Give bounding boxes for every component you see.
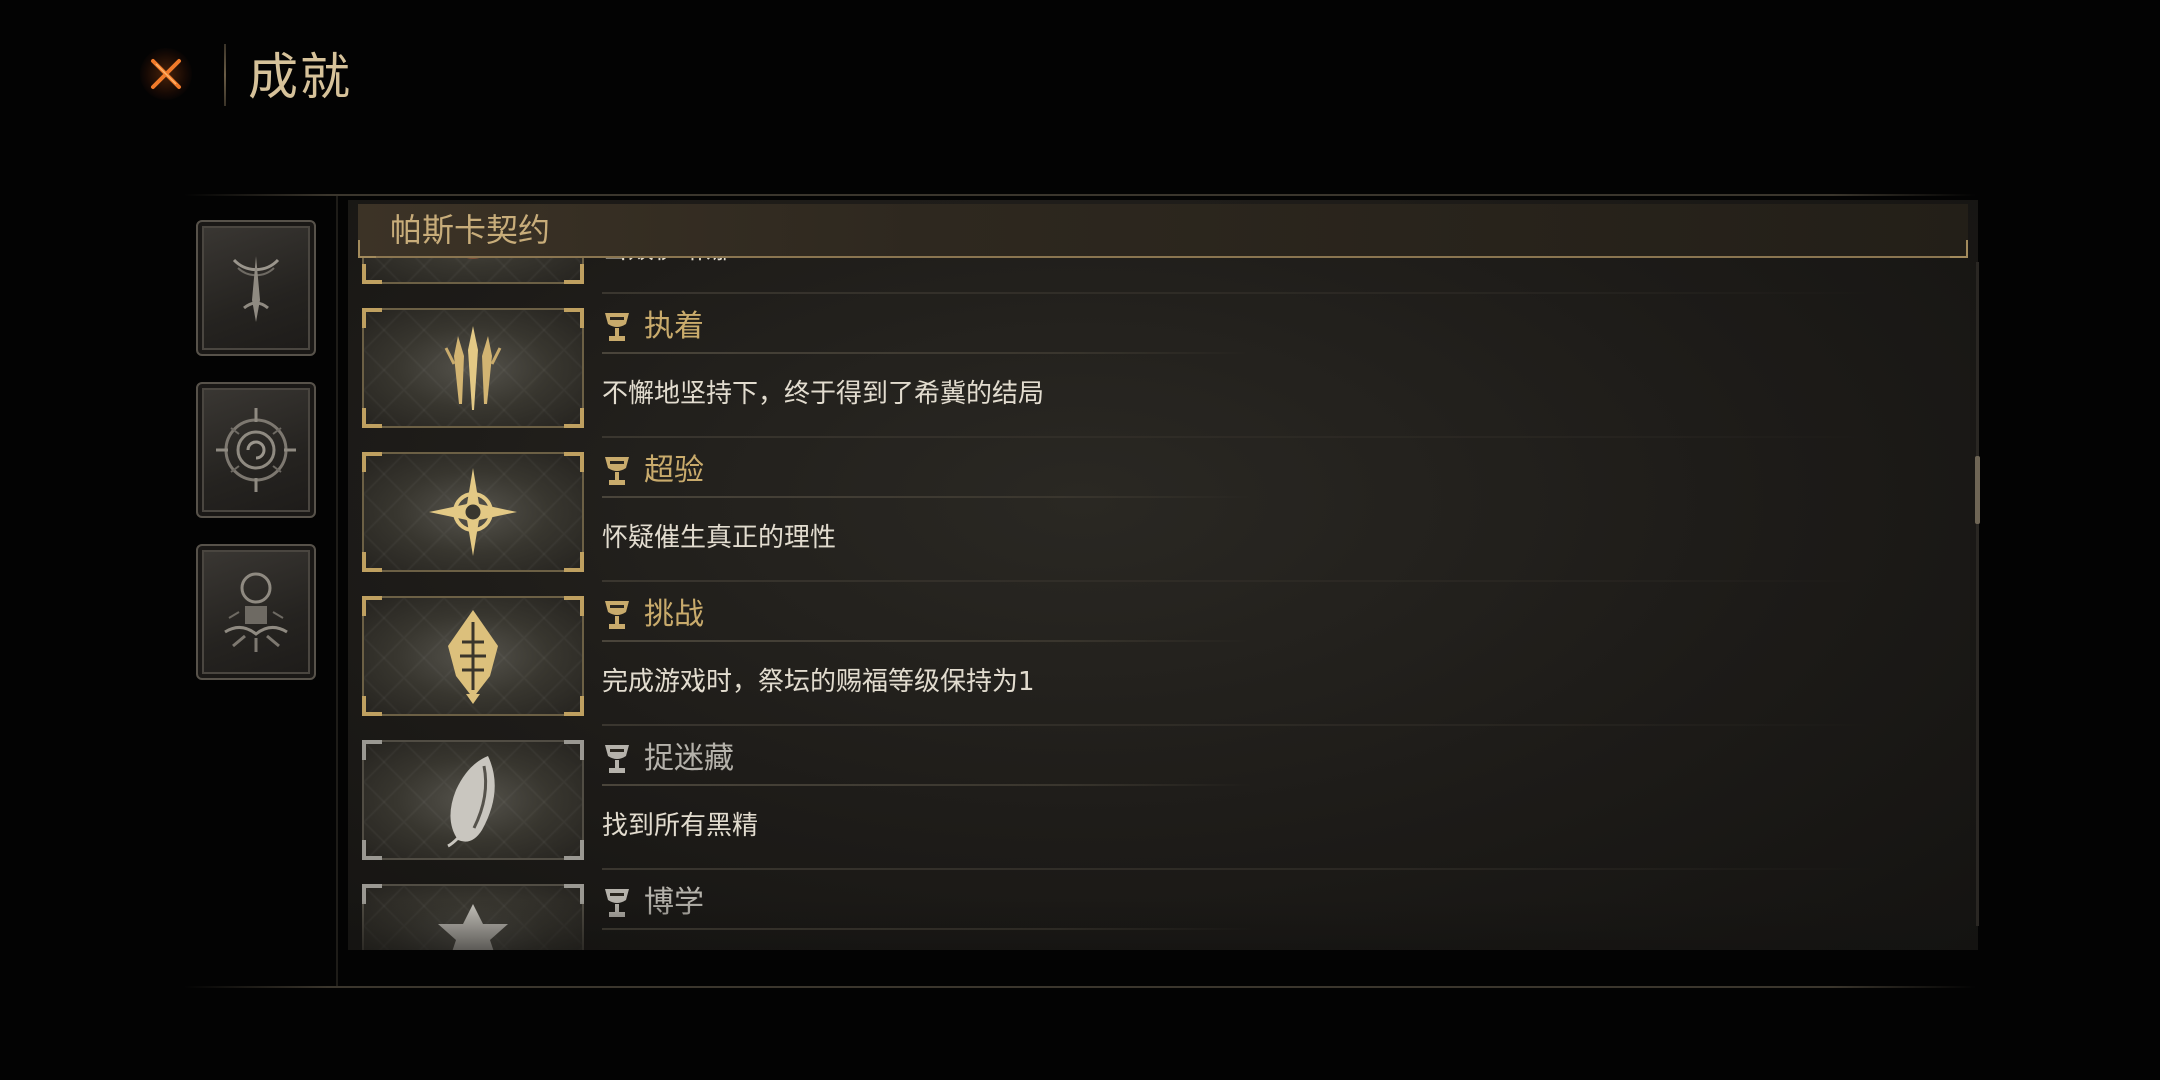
trophy-cup-icon xyxy=(605,745,629,773)
category-rail xyxy=(336,196,338,986)
achievement-description: 找到所有黑精 xyxy=(602,811,759,841)
achievement-badge xyxy=(362,596,584,716)
achievement-badge xyxy=(362,884,584,950)
achievement-row[interactable]: 博学 xyxy=(348,870,1958,950)
achievement-list[interactable]: 击败伊琳娜 执着 xyxy=(348,256,1958,950)
achievements-screen: 成就 帕斯卡契约 执着 不懈地坚持下，终于得到了希冀的结局 超验 怀疑催生真正的… xyxy=(0,0,2160,1080)
achievement-title: 执着 xyxy=(644,309,704,344)
trophy-cup-icon xyxy=(605,457,629,485)
frame-bottom-line xyxy=(184,986,1976,988)
achievement-row[interactable]: 捉迷藏 找到所有黑精 xyxy=(348,726,1958,870)
category-tab-3[interactable] xyxy=(196,544,316,680)
achievement-description: 击败伊琳娜 xyxy=(602,256,732,270)
flame-relic-icon xyxy=(448,610,498,704)
close-x-icon xyxy=(151,59,181,89)
frame-top-line xyxy=(184,194,1976,196)
spiral-compass-icon xyxy=(216,408,296,492)
achievement-title: 捉迷藏 xyxy=(644,741,734,776)
achievement-description: 完成游戏时，祭坛的赐福等级保持为1 xyxy=(602,667,1035,697)
achievement-title-row: 挑战 xyxy=(602,594,704,636)
achievement-badge xyxy=(362,308,584,428)
achievement-row[interactable]: 挑战 完成游戏时，祭坛的赐福等级保持为1 xyxy=(348,582,1958,726)
achievement-title: 超验 xyxy=(644,453,704,488)
achievement-row[interactable]: 超验 怀疑催生真正的理性 xyxy=(348,438,1958,582)
trophy-cup-icon xyxy=(605,313,629,341)
achievement-title-row: 捉迷藏 xyxy=(602,738,734,780)
page-title: 成就 xyxy=(248,48,352,106)
scrollbar-track[interactable] xyxy=(1976,262,1979,926)
achievement-description: 不懈地坚持下，终于得到了希冀的结局 xyxy=(602,379,1045,409)
achievement-row[interactable]: 执着 不懈地坚持下，终于得到了希冀的结局 xyxy=(348,294,1958,438)
title-separator xyxy=(602,640,1252,642)
achievement-title-row: 执着 xyxy=(602,306,704,348)
achievement-badge xyxy=(362,740,584,860)
trophy-cup-icon xyxy=(605,889,629,917)
title-separator xyxy=(602,784,1252,786)
scrollbar-thumb[interactable] xyxy=(1975,456,1980,524)
claw-sigil-icon xyxy=(444,326,502,410)
trophy-cup-icon xyxy=(605,601,629,629)
category-tab-1[interactable] xyxy=(196,220,316,356)
achievement-description: 怀疑催生真正的理性 xyxy=(602,523,837,553)
section-title: 帕斯卡契约 xyxy=(390,211,551,249)
title-separator xyxy=(602,928,1252,930)
title-separator xyxy=(602,496,1252,498)
section-header: 帕斯卡契约 xyxy=(358,204,1968,258)
title-separator xyxy=(602,352,1252,354)
compass-star-icon xyxy=(429,468,517,556)
achievement-badge xyxy=(362,452,584,572)
achievement-row[interactable]: 击败伊琳娜 xyxy=(348,256,1958,294)
crescent-spire-icon xyxy=(232,256,280,322)
achievement-badge xyxy=(362,256,584,284)
close-button[interactable] xyxy=(140,48,192,100)
category-tab-2[interactable] xyxy=(196,382,316,518)
header-divider xyxy=(224,44,226,106)
achievement-title: 博学 xyxy=(644,885,704,920)
achievement-title-row: 博学 xyxy=(602,882,704,924)
ritual-altar-icon xyxy=(224,572,288,652)
achievement-title-row: 超验 xyxy=(602,450,704,492)
shell-leaf-icon xyxy=(447,756,495,848)
achievement-title: 挑战 xyxy=(644,597,704,632)
crown-tome-icon xyxy=(438,904,508,950)
